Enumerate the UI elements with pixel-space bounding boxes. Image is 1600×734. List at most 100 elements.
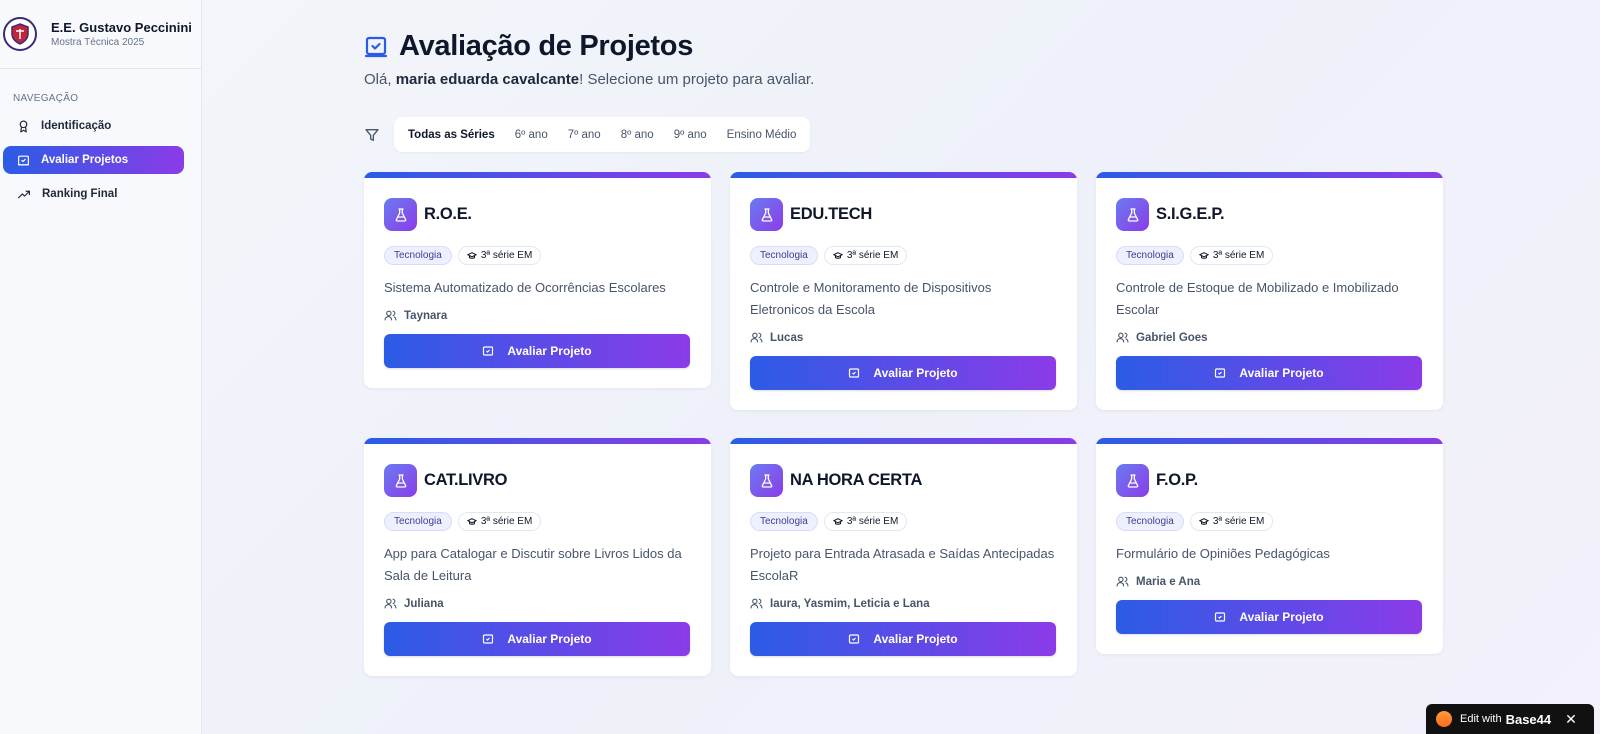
school-name: E.E. Gustavo Peccinini — [51, 19, 192, 35]
graduation-cap-icon — [466, 517, 477, 525]
grade-label: 3ª série EM — [1212, 516, 1265, 527]
nav-item-ranking-final[interactable]: Ranking Final — [3, 180, 184, 208]
greeting-prefix: Olá, — [364, 71, 396, 88]
project-card: F.O.P. Tecnologia 3ª série EM Formulário… — [1096, 438, 1443, 654]
team-names: Lucas — [770, 331, 804, 344]
button-label: Avaliar Projeto — [873, 632, 958, 646]
project-card: S.I.G.E.P. Tecnologia 3ª série EM Contro… — [1096, 172, 1443, 410]
grade-badge: 3ª série EM — [1189, 246, 1274, 265]
filter-icon — [365, 128, 379, 141]
clipboard-check-icon — [483, 346, 494, 356]
evaluate-project-button[interactable]: Avaliar Projeto — [750, 622, 1056, 656]
project-description: Controle e Monitoramento de Dispositivos… — [750, 280, 992, 317]
project-title: R.O.E. — [424, 205, 472, 223]
grade-label: 3ª série EM — [846, 516, 899, 527]
nav-item-label: Identificação — [41, 120, 112, 132]
edit-with-label: Edit with — [1460, 713, 1502, 725]
project-team: Gabriel Goes — [1116, 331, 1423, 344]
users-icon — [750, 332, 763, 343]
project-card: EDU.TECH Tecnologia 3ª série EM Controle… — [730, 172, 1077, 410]
filter-tab-9-ano[interactable]: 9º ano — [664, 121, 717, 148]
flask-icon — [1116, 198, 1149, 231]
nav-item-avaliar-projetos[interactable]: Avaliar Projetos — [3, 146, 184, 174]
edit-with-base44-badge[interactable]: Edit with Base44 ✕ — [1426, 704, 1594, 734]
project-team: Taynara — [384, 309, 691, 322]
award-icon — [19, 119, 28, 133]
graduation-cap-icon — [832, 251, 843, 259]
flask-icon — [384, 464, 417, 497]
button-label: Avaliar Projeto — [507, 344, 592, 358]
filter-tab-6-ano[interactable]: 6º ano — [505, 121, 558, 148]
grade-badge: 3ª série EM — [1189, 512, 1274, 531]
page-title: Avaliação de Projetos — [399, 30, 694, 62]
greeting: Olá, maria eduarda cavalcante! Selecione… — [364, 71, 814, 88]
clipboard-check-icon — [18, 155, 29, 165]
team-names: Taynara — [404, 309, 448, 322]
team-names: Gabriel Goes — [1136, 331, 1208, 344]
project-description: Controle de Estoque de Mobilizado e Imob… — [1116, 280, 1399, 317]
event-name: Mostra Técnica 2025 — [51, 36, 145, 48]
sidebar: E.E. Gustavo Peccinini Mostra Técnica 20… — [0, 0, 202, 734]
filter-tab-7-ano[interactable]: 7º ano — [558, 121, 611, 148]
users-icon — [384, 310, 397, 321]
clipboard-check-icon — [1215, 612, 1226, 622]
graduation-cap-icon — [832, 517, 843, 525]
grade-label: 3ª série EM — [846, 250, 899, 261]
brand-header: E.E. Gustavo Peccinini Mostra Técnica 20… — [0, 0, 201, 69]
evaluate-project-button[interactable]: Avaliar Projeto — [750, 356, 1056, 390]
nav-item-label: Avaliar Projetos — [41, 154, 129, 166]
project-description: Formulário de Opiniões Pedagógicas — [1116, 546, 1330, 561]
base44-logo-icon — [1436, 711, 1452, 727]
flask-icon — [384, 198, 417, 231]
project-team: Lucas — [750, 331, 1057, 344]
users-icon — [1116, 576, 1129, 587]
user-name: maria eduarda cavalcante — [395, 71, 580, 88]
trending-up-icon — [17, 190, 31, 198]
project-title: F.O.P. — [1156, 471, 1198, 489]
clipboard-check-icon — [849, 368, 860, 378]
flask-icon — [750, 464, 783, 497]
grade-badge: 3ª série EM — [457, 246, 542, 265]
users-icon — [384, 598, 397, 609]
greeting-suffix: ! Selecione um projeto para avaliar. — [579, 71, 815, 88]
category-badge: Tecnologia — [384, 246, 452, 265]
evaluate-project-button[interactable]: Avaliar Projeto — [384, 622, 690, 656]
project-card: CAT.LIVRO Tecnologia 3ª série EM App par… — [364, 438, 711, 676]
graduation-cap-icon — [466, 251, 477, 259]
school-logo — [3, 17, 37, 51]
project-team: Juliana — [384, 597, 691, 610]
team-names: Iaura, Yasmim, Leticia e Lana — [770, 597, 930, 610]
clipboard-check-icon — [483, 634, 494, 644]
filter-tabs: Todas as Séries 6º ano 7º ano 8º ano 9º … — [394, 117, 811, 152]
project-description: Projeto para Entrada Atrasada e Saídas A… — [750, 546, 1055, 583]
graduation-cap-icon — [1198, 517, 1209, 525]
page-header: Avaliação de Projetos — [364, 30, 693, 63]
filter-tab-ensino-medio[interactable]: Ensino Médio — [717, 121, 807, 148]
graduation-cap-icon — [1198, 251, 1209, 259]
nav-item-identificacao[interactable]: Identificação — [3, 112, 184, 140]
category-badge: Tecnologia — [384, 512, 452, 531]
close-icon[interactable]: ✕ — [1565, 711, 1577, 728]
grade-badge: 3ª série EM — [823, 246, 908, 265]
filter-tab-todas[interactable]: Todas as Séries — [398, 121, 505, 148]
button-label: Avaliar Projeto — [873, 366, 958, 380]
project-title: CAT.LIVRO — [424, 471, 508, 489]
team-names: Juliana — [404, 597, 444, 610]
project-card: NA HORA CERTA Tecnologia 3ª série EM Pro… — [730, 438, 1077, 676]
series-filter: Todas as Séries 6º ano 7º ano 8º ano 9º … — [364, 117, 811, 152]
button-label: Avaliar Projeto — [1239, 366, 1324, 380]
clipboard-check-icon — [364, 36, 388, 57]
filter-tab-8-ano[interactable]: 8º ano — [611, 121, 664, 148]
grade-label: 3ª série EM — [1212, 250, 1265, 261]
grade-badge: 3ª série EM — [457, 512, 542, 531]
evaluate-project-button[interactable]: Avaliar Projeto — [1116, 356, 1422, 390]
button-label: Avaliar Projeto — [1239, 610, 1324, 624]
clipboard-check-icon — [1215, 368, 1226, 378]
category-badge: Tecnologia — [750, 512, 818, 531]
evaluate-project-button[interactable]: Avaliar Projeto — [384, 334, 690, 368]
evaluate-project-button[interactable]: Avaliar Projeto — [1116, 600, 1422, 634]
project-team: Iaura, Yasmim, Leticia e Lana — [750, 597, 1057, 610]
navigation: NAVEGAÇÃO Identificação Avaliar Projetos… — [0, 69, 201, 208]
project-title: S.I.G.E.P. — [1156, 205, 1225, 223]
grade-label: 3ª série EM — [480, 516, 533, 527]
